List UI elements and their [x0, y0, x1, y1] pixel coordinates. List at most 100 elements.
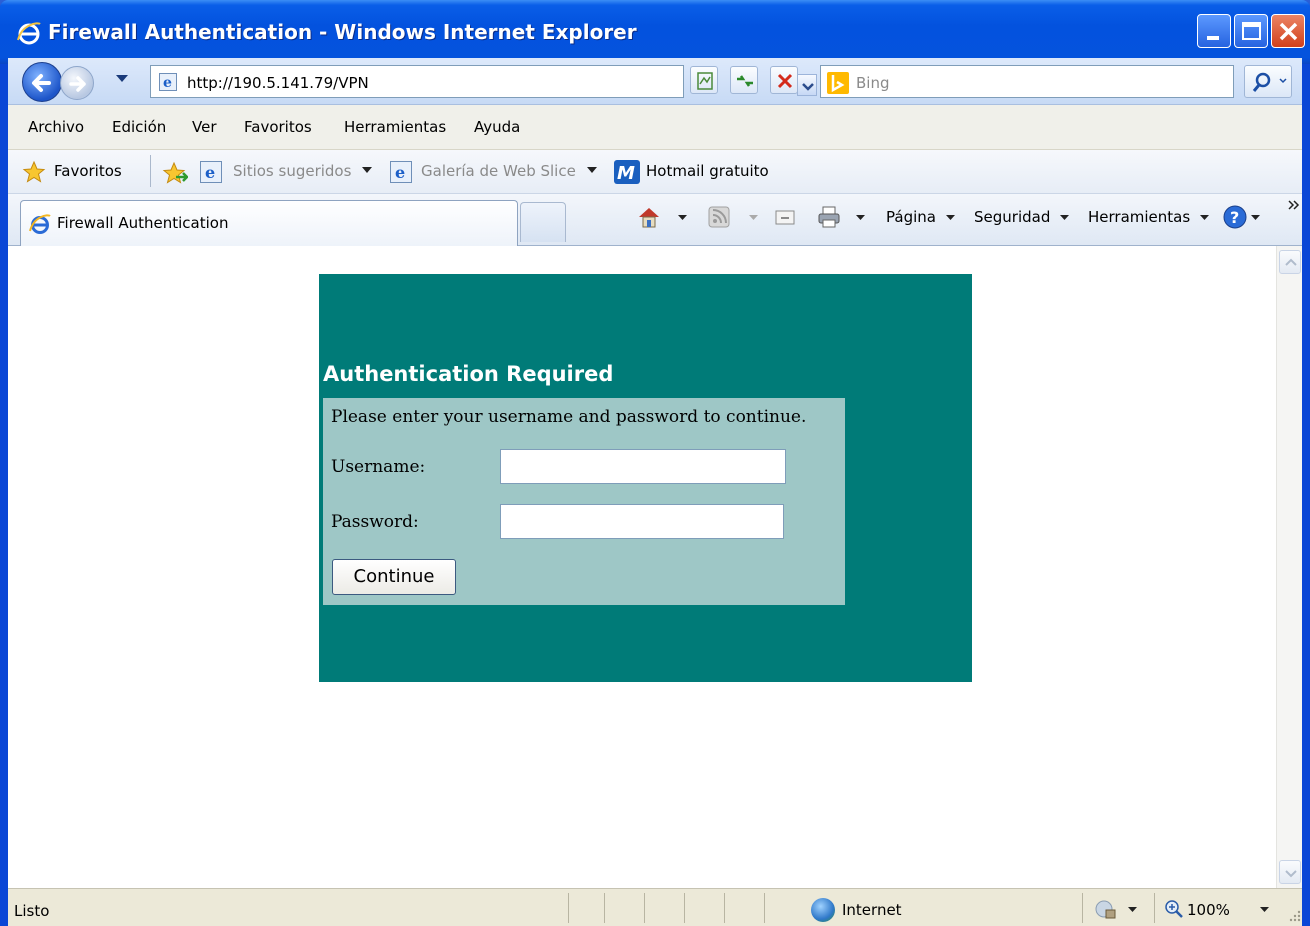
recent-pages-dropdown[interactable]: [116, 75, 128, 82]
address-dropdown-button[interactable]: [797, 74, 817, 96]
feeds-icon[interactable]: [706, 204, 732, 230]
zoom-icon: [1165, 900, 1183, 918]
address-field[interactable]: e http://190.5.141.79/VPN: [150, 65, 817, 98]
close-icon: [1279, 22, 1298, 41]
back-button[interactable]: [22, 62, 62, 102]
search-button[interactable]: [1244, 65, 1292, 98]
status-separator: [684, 893, 685, 923]
favorites-button[interactable]: Favoritos: [54, 162, 122, 180]
status-separator: [568, 893, 569, 923]
chevron-more-icon[interactable]: [1288, 200, 1300, 210]
svg-text:e: e: [205, 163, 215, 182]
ie-logo-icon: [29, 214, 51, 234]
ie-page-icon: e: [390, 161, 412, 183]
ie-page-icon: e: [200, 161, 222, 183]
suggested-sites-button[interactable]: Sitios sugeridos: [233, 162, 351, 180]
auth-heading: Authentication Required: [323, 362, 614, 386]
chevron-down-icon[interactable]: [1260, 907, 1269, 913]
continue-button[interactable]: Continue: [332, 559, 456, 595]
ie-logo-icon: [17, 22, 41, 45]
svg-text:e: e: [395, 163, 405, 182]
username-input[interactable]: [500, 449, 786, 484]
status-bar: Listo Internet 100%: [8, 888, 1302, 926]
status-separator: [1082, 893, 1083, 923]
password-input[interactable]: [500, 504, 784, 539]
tools-menu[interactable]: Herramientas: [1088, 208, 1190, 226]
ie-page-icon: e: [159, 73, 177, 91]
chevron-down-icon: [749, 215, 758, 220]
forward-arrow-icon: [69, 76, 86, 92]
status-separator: [604, 893, 605, 923]
window-title: Firewall Authentication - Windows Intern…: [48, 20, 637, 44]
chevron-down-icon[interactable]: [1128, 907, 1137, 913]
scroll-up-button[interactable]: [1279, 250, 1301, 274]
protected-mode-icon[interactable]: [1094, 899, 1118, 921]
add-favorites-icon[interactable]: [162, 160, 188, 186]
forward-button[interactable]: [60, 66, 94, 100]
menu-edicion[interactable]: Edición: [112, 118, 166, 136]
maximize-button[interactable]: [1234, 14, 1268, 48]
read-mail-icon[interactable]: [772, 204, 798, 230]
back-arrow-icon: [32, 74, 51, 92]
page-menu[interactable]: Página: [886, 208, 936, 226]
home-icon[interactable]: [636, 204, 662, 230]
search-placeholder: Bing: [856, 74, 890, 92]
menu-bar: Archivo Edición Ver Favoritos Herramient…: [8, 105, 1302, 150]
tab-label: Firewall Authentication: [57, 214, 229, 232]
zoom-level[interactable]: 100%: [1187, 901, 1230, 919]
chevron-down-icon: [587, 167, 597, 173]
address-toolbar: e http://190.5.141.79/VPN Bing: [8, 58, 1302, 105]
chevron-up-icon: [1285, 258, 1297, 266]
menu-favoritos[interactable]: Favoritos: [244, 118, 312, 136]
chevron-down-icon: [1060, 215, 1069, 220]
chevron-down-icon[interactable]: [1251, 215, 1260, 221]
tab-bar: Firewall Authentication Página Seguridad: [8, 194, 1302, 246]
url-text[interactable]: http://190.5.141.79/VPN: [187, 74, 369, 92]
stop-button[interactable]: [770, 66, 798, 94]
refresh-button[interactable]: [730, 66, 758, 94]
search-field[interactable]: Bing: [820, 65, 1234, 98]
favorites-bar: Favoritos e Sitios sugeridos e Galería d…: [8, 150, 1302, 194]
vertical-scrollbar[interactable]: [1276, 246, 1302, 888]
favorites-star-icon: [22, 160, 46, 183]
chevron-down-icon: [946, 215, 955, 220]
security-zone[interactable]: Internet: [842, 901, 902, 919]
favorites-separator: [150, 155, 151, 187]
search-icon: [1252, 72, 1287, 92]
close-button[interactable]: [1271, 14, 1305, 48]
status-separator: [724, 893, 725, 923]
tab-firewall-authentication[interactable]: Firewall Authentication: [20, 200, 518, 246]
print-icon[interactable]: [816, 204, 842, 230]
compatibility-view-button[interactable]: [690, 66, 718, 94]
minimize-button[interactable]: [1197, 14, 1231, 48]
auth-instructions: Please enter your username and password …: [331, 407, 807, 427]
menu-ver[interactable]: Ver: [192, 118, 217, 136]
hotmail-link[interactable]: Hotmail gratuito: [646, 162, 769, 180]
status-separator: [764, 893, 765, 923]
resize-grip-icon[interactable]: [1288, 909, 1302, 923]
page-viewport: Authentication Required Please enter you…: [8, 246, 1302, 888]
status-separator: [644, 893, 645, 923]
menu-herramientas[interactable]: Herramientas: [344, 118, 446, 136]
password-label: Password:: [331, 512, 419, 532]
svg-text:e: e: [163, 75, 172, 91]
chevron-down-icon[interactable]: [856, 215, 865, 221]
menu-archivo[interactable]: Archivo: [28, 118, 84, 136]
browser-window: Firewall Authentication - Windows Intern…: [0, 0, 1310, 926]
chevron-down-icon[interactable]: [678, 215, 687, 221]
chevron-down-icon: [1200, 215, 1209, 220]
help-icon[interactable]: ?: [1222, 204, 1248, 230]
chevron-down-icon: [802, 83, 814, 91]
chevron-down-icon: [1285, 870, 1297, 878]
title-bar[interactable]: Firewall Authentication - Windows Intern…: [0, 0, 1310, 64]
web-slice-gallery-button[interactable]: Galería de Web Slice: [421, 162, 576, 180]
maximize-icon: [1242, 22, 1261, 40]
svg-text:?: ?: [1230, 208, 1239, 227]
new-tab-button[interactable]: [520, 202, 566, 242]
security-menu[interactable]: Seguridad: [974, 208, 1050, 226]
hotmail-icon: M: [614, 160, 640, 184]
menu-ayuda[interactable]: Ayuda: [474, 118, 520, 136]
auth-form: Please enter your username and password …: [323, 398, 845, 605]
status-text: Listo: [14, 902, 50, 920]
scroll-down-button[interactable]: [1279, 860, 1301, 884]
